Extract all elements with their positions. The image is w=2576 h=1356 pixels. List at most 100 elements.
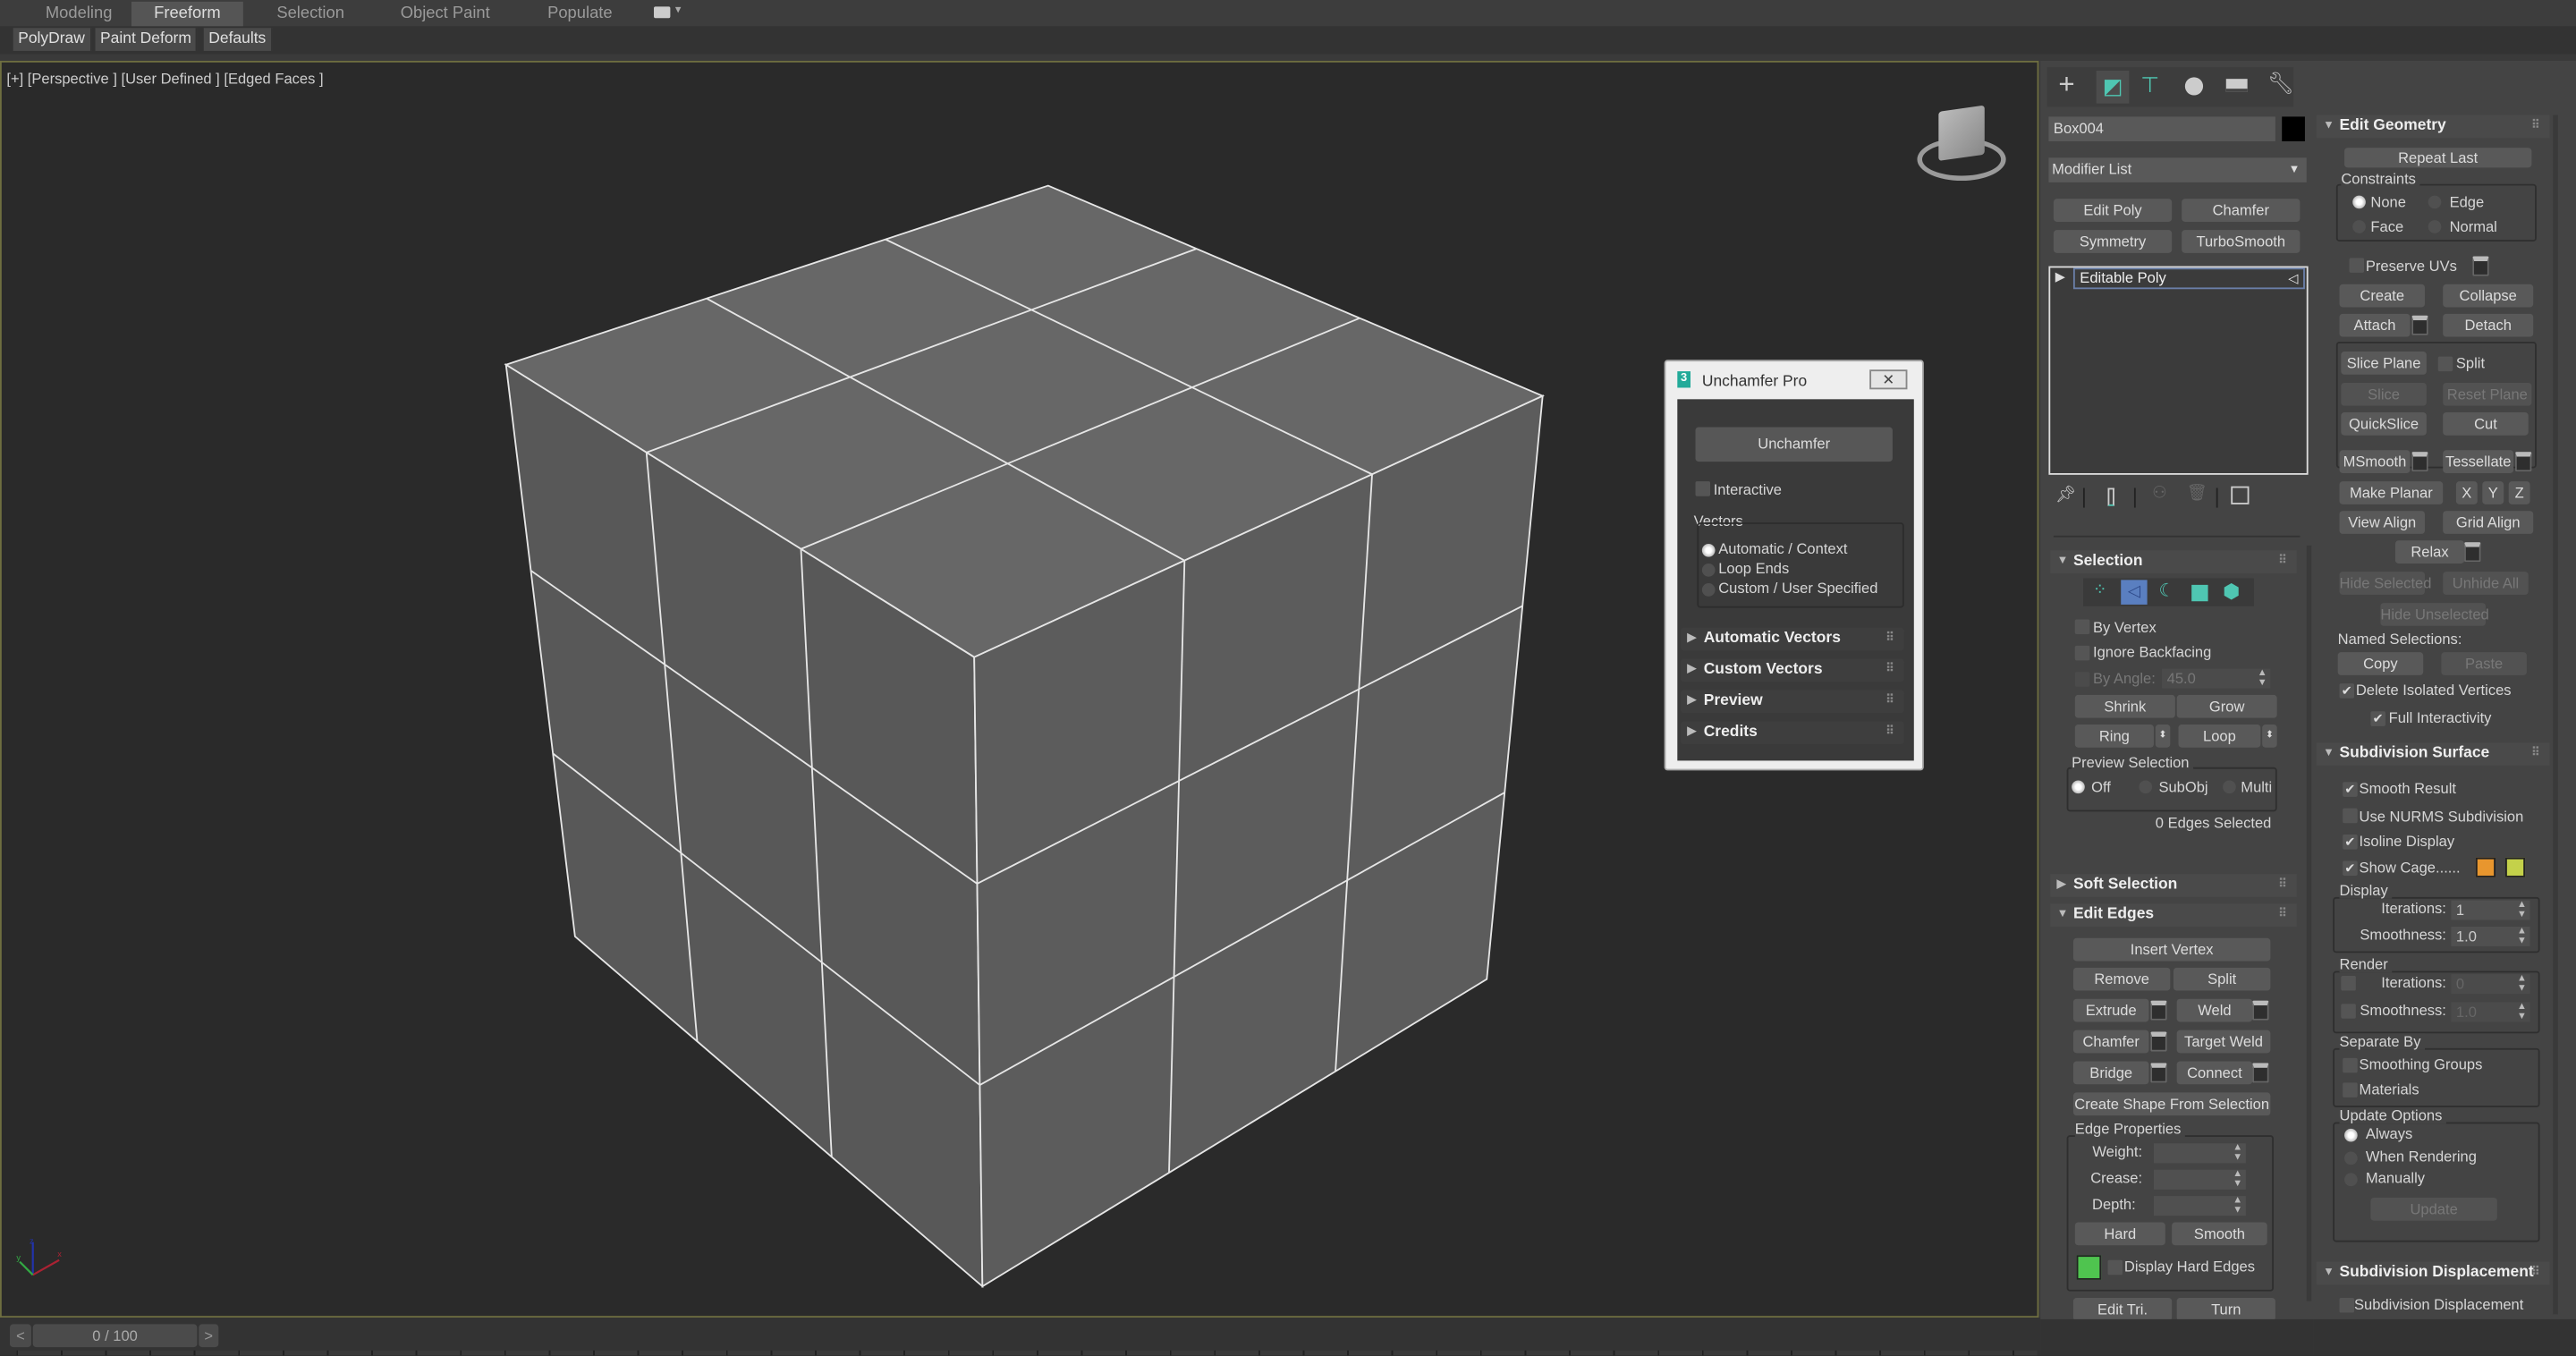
unhide-all-button[interactable]: Unhide All xyxy=(2443,572,2529,595)
attach-button[interactable]: Attach xyxy=(2339,313,2411,337)
bridge-button[interactable]: Bridge xyxy=(2072,1061,2149,1085)
tessellate-settings-icon[interactable] xyxy=(2515,452,2532,472)
show-end-result-icon[interactable] xyxy=(2107,487,2114,506)
chamfer-settings-icon[interactable] xyxy=(2150,1031,2167,1052)
create-shape-button[interactable]: Create Shape From Selection xyxy=(2072,1092,2271,1116)
hard-edge-color-swatch[interactable] xyxy=(2076,1255,2102,1280)
shrink-button[interactable]: Shrink xyxy=(2074,694,2175,718)
msmooth-settings-icon[interactable] xyxy=(2411,452,2428,472)
cage-selection-color-swatch[interactable] xyxy=(2505,857,2526,877)
repeat-last-button[interactable]: Repeat Last xyxy=(2344,148,2532,168)
weight-spinner[interactable]: ▲ ▼ xyxy=(2153,1143,2246,1164)
pin-stack-icon[interactable]: 📌︎ xyxy=(2055,487,2076,504)
remove-modifier-icon[interactable]: 🗑︎ xyxy=(2187,485,2207,503)
loop-button[interactable]: Loop xyxy=(2178,724,2261,748)
update-always-radio[interactable] xyxy=(2344,1128,2358,1142)
rollout-soft-selection[interactable]: ▶ Soft Selection ⠿ xyxy=(2050,874,2297,897)
smoothing-groups-checkbox[interactable] xyxy=(2343,1057,2358,1073)
slice-button[interactable]: Slice xyxy=(2341,382,2427,406)
show-cage-checkbox[interactable]: ✔ xyxy=(2343,860,2358,876)
connect-settings-icon[interactable] xyxy=(2252,1063,2269,1083)
attach-list-icon[interactable] xyxy=(2411,315,2428,335)
materials-checkbox[interactable] xyxy=(2343,1082,2358,1098)
planar-x-button[interactable]: X xyxy=(2455,481,2478,504)
close-button[interactable]: ✕ xyxy=(1869,369,1908,390)
turbosmooth-button[interactable]: TurboSmooth xyxy=(2182,230,2301,253)
rollout-subdivision-surface[interactable]: ▼ Subdivision Surface ⠿ xyxy=(2316,742,2550,766)
spinner-arrows-icon[interactable]: ▲ ▼ xyxy=(2233,1196,2242,1216)
symmetry-button[interactable]: Symmetry xyxy=(2053,230,2173,253)
connect-button[interactable]: Connect xyxy=(2176,1061,2253,1085)
collapse-button[interactable]: Collapse xyxy=(2443,284,2534,308)
view-align-button[interactable]: View Align xyxy=(2339,511,2426,534)
subdivision-displacement-checkbox[interactable] xyxy=(2339,1298,2355,1313)
display-icon[interactable] xyxy=(2225,79,2248,92)
spinner-arrows-icon[interactable]: ▲ ▼ xyxy=(2517,901,2527,920)
motion-icon[interactable] xyxy=(2184,77,2204,96)
ring-button[interactable]: Ring xyxy=(2074,724,2154,748)
update-button[interactable]: Update xyxy=(2370,1197,2497,1221)
rollout-edit-edges[interactable]: ▼ Edit Edges ⠿ xyxy=(2050,903,2297,927)
quickslice-button[interactable]: QuickSlice xyxy=(2341,412,2427,436)
cut-button[interactable]: Cut xyxy=(2443,412,2529,436)
loop-spinner[interactable]: ⬍ xyxy=(2262,724,2277,748)
smooth-button[interactable]: Smooth xyxy=(2172,1222,2267,1246)
chamfer-button[interactable]: Chamfer xyxy=(2072,1030,2149,1054)
ring-spinner[interactable]: ⬍ xyxy=(2155,724,2171,748)
full-interactivity-checkbox[interactable]: ✔ xyxy=(2370,711,2385,726)
weld-settings-icon[interactable] xyxy=(2252,1000,2269,1021)
spinner-arrows-icon[interactable]: ▲ ▼ xyxy=(2233,1143,2242,1163)
expand-icon[interactable]: ▶ xyxy=(2055,269,2065,284)
remove-button[interactable]: Remove xyxy=(2072,967,2171,991)
hierarchy-icon[interactable]: ⊤ xyxy=(2140,72,2159,98)
smooth-result-checkbox[interactable]: ✔ xyxy=(2343,782,2358,797)
copy-button[interactable]: Copy xyxy=(2337,652,2424,675)
preserve-uvs-settings-icon[interactable] xyxy=(2472,256,2489,276)
loop-ends-radio[interactable] xyxy=(1701,563,1716,577)
element-icon[interactable]: ⬢ xyxy=(2223,580,2240,603)
next-frame-button[interactable]: > xyxy=(199,1324,219,1348)
planar-y-button[interactable]: Y xyxy=(2482,481,2504,504)
slice-plane-button[interactable]: Slice Plane xyxy=(2341,352,2427,375)
interactive-checkbox[interactable] xyxy=(1695,481,1711,496)
preview-multi-radio[interactable] xyxy=(2223,780,2236,794)
grid-align-button[interactable]: Grid Align xyxy=(2443,511,2534,534)
by-angle-checkbox[interactable] xyxy=(2074,672,2090,687)
edge-icon[interactable]: ◁ xyxy=(2121,580,2148,605)
object-color-swatch[interactable] xyxy=(2282,116,2305,141)
display-iterations-spinner[interactable]: 1 ▲ ▼ xyxy=(2451,900,2530,920)
rollout-automatic-vectors[interactable]: ▶ Automatic Vectors ⠿ xyxy=(1680,627,1904,651)
edit-poly-button[interactable]: Edit Poly xyxy=(2053,199,2173,222)
rollout-custom-vectors[interactable]: ▶ Custom Vectors ⠿ xyxy=(1680,658,1904,682)
spinner-arrows-icon[interactable]: ▲ ▼ xyxy=(2517,1002,2527,1021)
chamfer-modifier-button[interactable]: Chamfer xyxy=(2182,199,2301,222)
time-slider[interactable]: 0 / 100 xyxy=(32,1324,198,1348)
stack-item-editable-poly[interactable]: Editable Poly ◁ xyxy=(2072,267,2305,290)
constraint-face-radio[interactable] xyxy=(2352,220,2366,233)
bridge-settings-icon[interactable] xyxy=(2150,1063,2167,1083)
hide-selected-button[interactable]: Hide Selected xyxy=(2339,572,2431,595)
viewcube[interactable] xyxy=(1914,102,2010,188)
depth-spinner[interactable]: ▲ ▼ xyxy=(2153,1196,2246,1216)
hide-unselected-button[interactable]: Hide Unselected xyxy=(2380,603,2489,626)
constraint-edge-radio[interactable] xyxy=(2428,195,2442,209)
reset-plane-button[interactable]: Reset Plane xyxy=(2443,382,2532,406)
custom-user-specified-radio[interactable] xyxy=(1701,583,1716,597)
hard-button[interactable]: Hard xyxy=(2074,1222,2165,1246)
unchamfer-button[interactable]: Unchamfer xyxy=(1695,427,1893,462)
configure-modifier-sets-icon[interactable] xyxy=(2231,486,2250,504)
stack-splitter[interactable] xyxy=(2053,535,2301,538)
border-icon[interactable]: ☾ xyxy=(2158,580,2174,601)
relax-settings-icon[interactable] xyxy=(2464,542,2481,563)
turn-button[interactable]: Turn xyxy=(2176,1298,2275,1321)
create-icon[interactable]: + xyxy=(2058,69,2074,102)
render-iterations-spinner[interactable]: 0 ▲ ▼ xyxy=(2451,974,2530,995)
spinner-arrows-icon[interactable]: ▲ ▼ xyxy=(2517,974,2527,994)
isoline-display-checkbox[interactable]: ✔ xyxy=(2343,835,2358,850)
vertex-icon[interactable]: ⁘ xyxy=(2093,581,2106,599)
automatic-context-radio[interactable] xyxy=(1701,543,1716,557)
update-manually-radio[interactable] xyxy=(2344,1173,2358,1187)
create-button[interactable]: Create xyxy=(2339,284,2426,308)
weld-button[interactable]: Weld xyxy=(2176,998,2253,1022)
rollout-subdivision-displacement[interactable]: ▼ Subdivision Displacement ⠿ xyxy=(2316,1261,2550,1285)
